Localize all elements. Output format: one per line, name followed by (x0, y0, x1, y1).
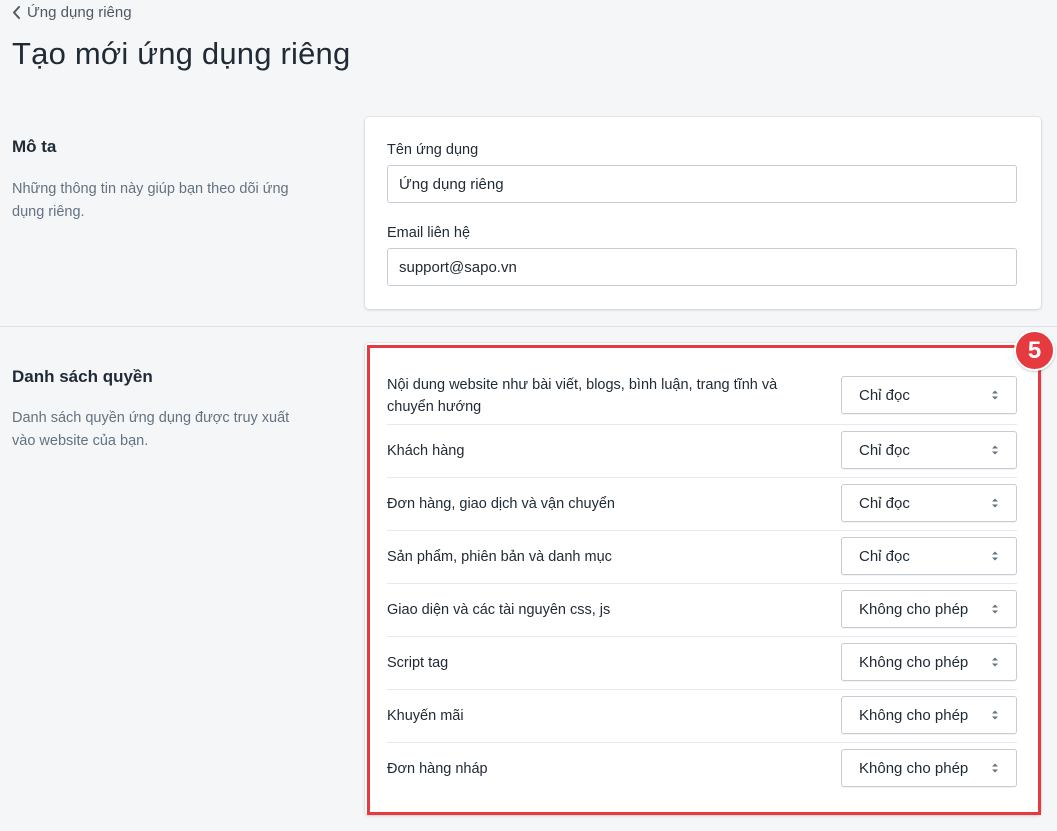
app-name-label: Tên ứng dụng (387, 142, 479, 158)
permission-label: Script tag (387, 655, 449, 671)
select-arrows-icon (992, 445, 998, 455)
permission-select-value: Không cho phép (859, 653, 969, 671)
permission-row: Script tag Không cho phép (387, 636, 1017, 690)
permission-row: Khách hàng Chỉ đọc (387, 424, 1017, 478)
app-name-input[interactable] (387, 165, 1017, 203)
permission-select[interactable]: Không cho phép (841, 749, 1017, 787)
description-section-title: Mô ta (12, 137, 57, 156)
email-label: Email liên hệ (387, 225, 471, 241)
permission-label: Đơn hàng nháp (387, 761, 488, 777)
description-section-desc: Những thông tin này giúp bạn theo dõi ứn… (12, 181, 289, 220)
permission-select[interactable]: Chỉ đọc (841, 537, 1017, 575)
permissions-section-desc: Danh sách quyền ứng dụng được truy xuất … (12, 410, 290, 449)
description-card: Tên ứng dụng Email liên hệ (365, 117, 1041, 309)
permission-select-value: Không cho phép (859, 706, 969, 724)
permission-select[interactable]: Không cho phép (841, 643, 1017, 681)
permission-select-value: Chỉ đọc (859, 494, 910, 512)
permission-label: Sản phẩm, phiên bản và danh mục (387, 549, 612, 565)
permission-select-value: Chỉ đọc (859, 386, 910, 404)
permissions-section-title: Danh sách quyền (12, 367, 153, 386)
permission-row: Khuyến mãi Không cho phép (387, 689, 1017, 743)
permission-select[interactable]: Chỉ đọc (841, 484, 1017, 522)
select-arrows-icon (992, 710, 998, 720)
email-input[interactable] (387, 248, 1017, 286)
permission-label: Khách hàng (387, 443, 465, 459)
select-arrows-icon (992, 763, 998, 773)
permission-select-value: Chỉ đọc (859, 547, 910, 565)
breadcrumb[interactable]: Ứng dụng riêng (12, 4, 132, 21)
section-divider (0, 326, 1057, 327)
permission-label: Giao diện và các tài nguyên css, js (387, 602, 611, 618)
select-arrows-icon (992, 390, 998, 400)
permission-select-value: Không cho phép (859, 759, 969, 777)
step-badge: 5 (1014, 330, 1055, 371)
permission-row: Đơn hàng, giao dịch và vận chuyển Chỉ đọ… (387, 477, 1017, 531)
page-title: Tạo mới ứng dụng riêng (12, 36, 351, 71)
permission-row: Đơn hàng nháp Không cho phép (387, 742, 1017, 795)
permission-row: Nội dung website như bài viết, blogs, bì… (387, 370, 1017, 425)
select-arrows-icon (992, 604, 998, 614)
permission-select[interactable]: Chỉ đọc (841, 376, 1017, 414)
permission-row: Sản phẩm, phiên bản và danh mục Chỉ đọc (387, 530, 1017, 584)
select-arrows-icon (992, 498, 998, 508)
permissions-card: Nội dung website như bài viết, blogs, bì… (365, 343, 1041, 815)
breadcrumb-label: Ứng dụng riêng (27, 4, 132, 21)
permission-select-value: Không cho phép (859, 600, 969, 618)
permission-label: Đơn hàng, giao dịch và vận chuyển (387, 496, 615, 512)
permission-select[interactable]: Không cho phép (841, 696, 1017, 734)
chevron-left-icon (13, 6, 20, 19)
permission-label: Nội dung website như bài viết, blogs, bì… (387, 377, 778, 415)
permission-label: Khuyến mãi (387, 708, 464, 724)
permission-select[interactable]: Chỉ đọc (841, 431, 1017, 469)
permission-select[interactable]: Không cho phép (841, 590, 1017, 628)
select-arrows-icon (992, 551, 998, 561)
permission-select-value: Chỉ đọc (859, 441, 910, 459)
permission-row: Giao diện và các tài nguyên css, js Khôn… (387, 583, 1017, 637)
select-arrows-icon (992, 657, 998, 667)
